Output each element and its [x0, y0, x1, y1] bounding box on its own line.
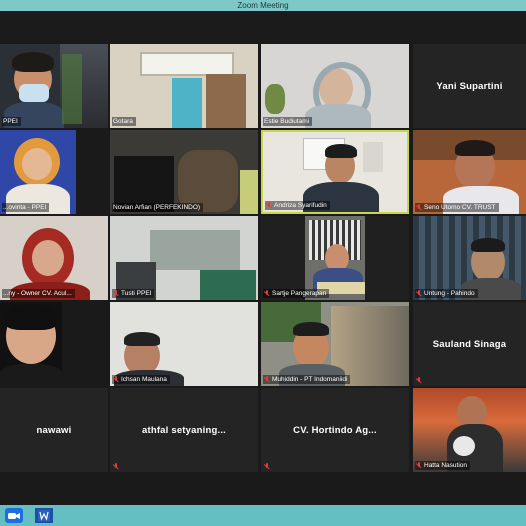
participant-label: Seno Utomo CV. TRUST — [415, 203, 499, 212]
muted-mic-icon — [264, 376, 270, 383]
zoom-title-bar: Zoom Meeting — [0, 0, 526, 11]
participant-tile-no-video[interactable]: Yani Supartini — [413, 44, 526, 128]
participant-name: athfal setyaning... — [141, 424, 227, 436]
participant-label: Estie Budiutami — [263, 117, 313, 126]
participant-tile-no-video[interactable]: CV. Hortindo Ag... — [261, 388, 409, 472]
participant-tile-no-video[interactable]: athfal setyaning... — [110, 388, 258, 472]
participant-name: CV. Hortindo Ag... — [293, 424, 377, 436]
video-tile[interactable]: Gotara — [110, 44, 258, 128]
muted-mic-icon — [416, 204, 422, 211]
os-taskbar — [0, 505, 526, 526]
video-tile[interactable]: Seno Utomo CV. TRUST — [413, 130, 526, 214]
window-title: Zoom Meeting — [237, 1, 289, 10]
participant-label — [112, 463, 124, 470]
participant-label: Hatta Nasution — [415, 461, 470, 470]
video-tile[interactable]: PPEI — [0, 44, 108, 128]
muted-mic-icon — [266, 202, 272, 209]
video-tile[interactable]: Muhiddin - PT Indomaniidi — [261, 302, 409, 386]
participant-label: Sartje Pangerapan — [263, 289, 330, 298]
muted-mic-icon — [113, 376, 119, 383]
muted-mic-icon — [416, 462, 422, 469]
participant-label: Novian Arfian (PERFEKINDO) — [112, 203, 204, 212]
participant-label: Untung - Pahindo — [415, 289, 478, 298]
participant-label: Andriza Syarifudin — [265, 201, 330, 210]
muted-mic-icon — [416, 377, 422, 384]
participant-label: Ichsan Maulana — [112, 375, 170, 384]
participant-label: ...ovirita - PPEI — [2, 203, 50, 212]
word-app-icon[interactable] — [35, 508, 53, 523]
muted-mic-icon — [264, 463, 270, 470]
video-tile[interactable]: Untung - Pahindo — [413, 216, 526, 300]
muted-mic-icon — [416, 290, 422, 297]
participant-tile-no-video[interactable]: nawawi — [0, 388, 108, 472]
video-tile[interactable] — [0, 302, 62, 386]
muted-mic-icon — [113, 463, 119, 470]
participant-label: ...ny - Owner CV. Acul... — [2, 289, 75, 298]
participant-name: nawawi — [36, 424, 72, 436]
video-tile[interactable]: ...ovirita - PPEI — [0, 130, 76, 214]
participant-name: Sauland Sinaga — [432, 338, 507, 350]
muted-mic-icon — [113, 290, 119, 297]
participant-label: Gotara — [112, 117, 136, 126]
participant-label: Muhiddin - PT Indomaniidi — [263, 375, 351, 384]
video-tile[interactable]: Novian Arfian (PERFEKINDO) — [110, 130, 258, 214]
participant-label: PPEI — [2, 117, 21, 126]
video-tile[interactable]: Hatta Nasution — [413, 388, 526, 472]
muted-mic-icon — [264, 290, 270, 297]
zoom-app-icon[interactable] — [5, 508, 23, 523]
participant-tile-no-video[interactable]: Sauland Sinaga — [413, 302, 526, 386]
video-tile-active-speaker[interactable]: Andriza Syarifudin — [261, 130, 409, 214]
video-tile[interactable]: Sartje Pangerapan — [261, 216, 409, 300]
participant-label — [415, 377, 427, 384]
participant-label — [263, 463, 275, 470]
participant-label: Tusti PPEI — [112, 289, 155, 298]
video-tile[interactable]: Ichsan Maulana — [110, 302, 258, 386]
top-strip — [0, 11, 526, 42]
video-tile[interactable]: Tusti PPEI — [110, 216, 258, 300]
participant-name: Yani Supartini — [436, 80, 503, 92]
video-tile[interactable]: ...ny - Owner CV. Acul... — [0, 216, 108, 300]
video-tile[interactable]: Estie Budiutami — [261, 44, 409, 128]
